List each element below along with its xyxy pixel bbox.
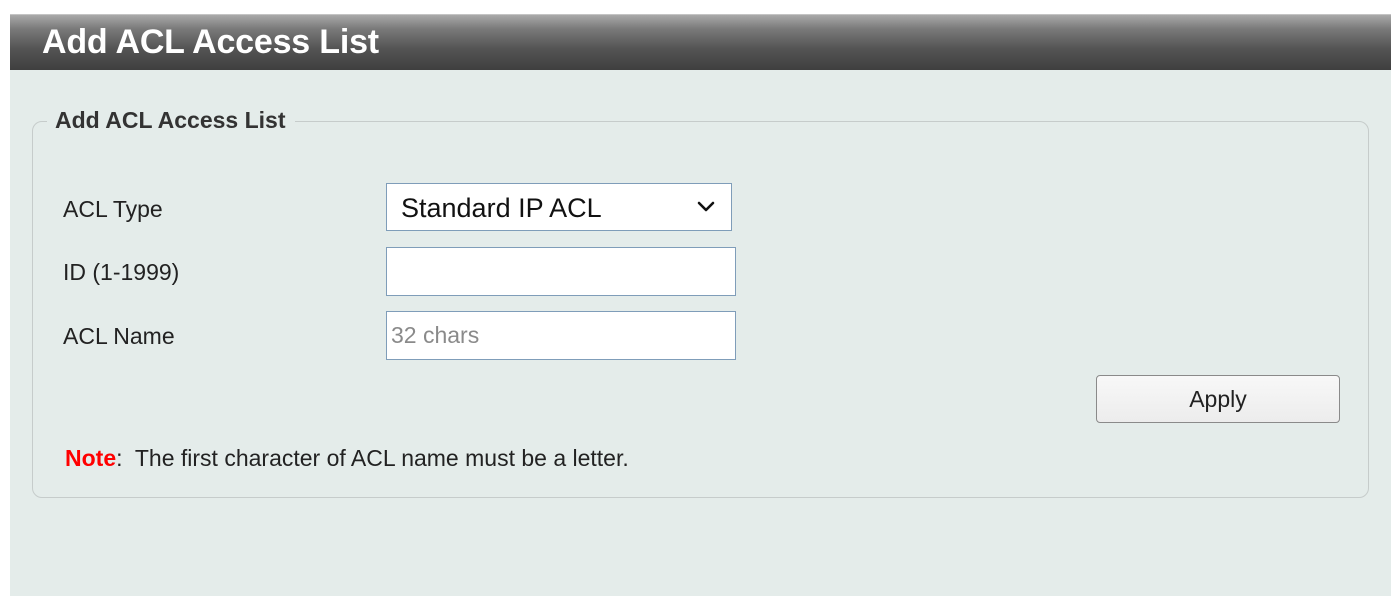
- title-bar: Add ACL Access List: [10, 14, 1391, 70]
- note-text: Note: The first character of ACL name mu…: [65, 443, 629, 473]
- id-label: ID (1-1999): [63, 259, 180, 285]
- page-title: Add ACL Access List: [42, 23, 379, 61]
- id-input[interactable]: [386, 247, 736, 296]
- acl-name-label: ACL Name: [63, 323, 175, 349]
- fieldset-legend: Add ACL Access List: [47, 104, 296, 136]
- acl-type-selected-value: Standard IP ACL: [401, 193, 602, 223]
- note-label: Note: [65, 445, 117, 471]
- chevron-down-icon: [695, 196, 717, 218]
- add-acl-fieldset: [32, 121, 1369, 498]
- acl-name-input[interactable]: [386, 311, 736, 360]
- acl-type-select[interactable]: Standard IP ACL: [386, 183, 732, 231]
- apply-button[interactable]: Apply: [1096, 375, 1340, 423]
- note-message: The first character of ACL name must be …: [122, 445, 629, 471]
- acl-type-label: ACL Type: [63, 196, 163, 222]
- page: Add ACL Access List Add ACL Access List …: [10, 14, 1391, 596]
